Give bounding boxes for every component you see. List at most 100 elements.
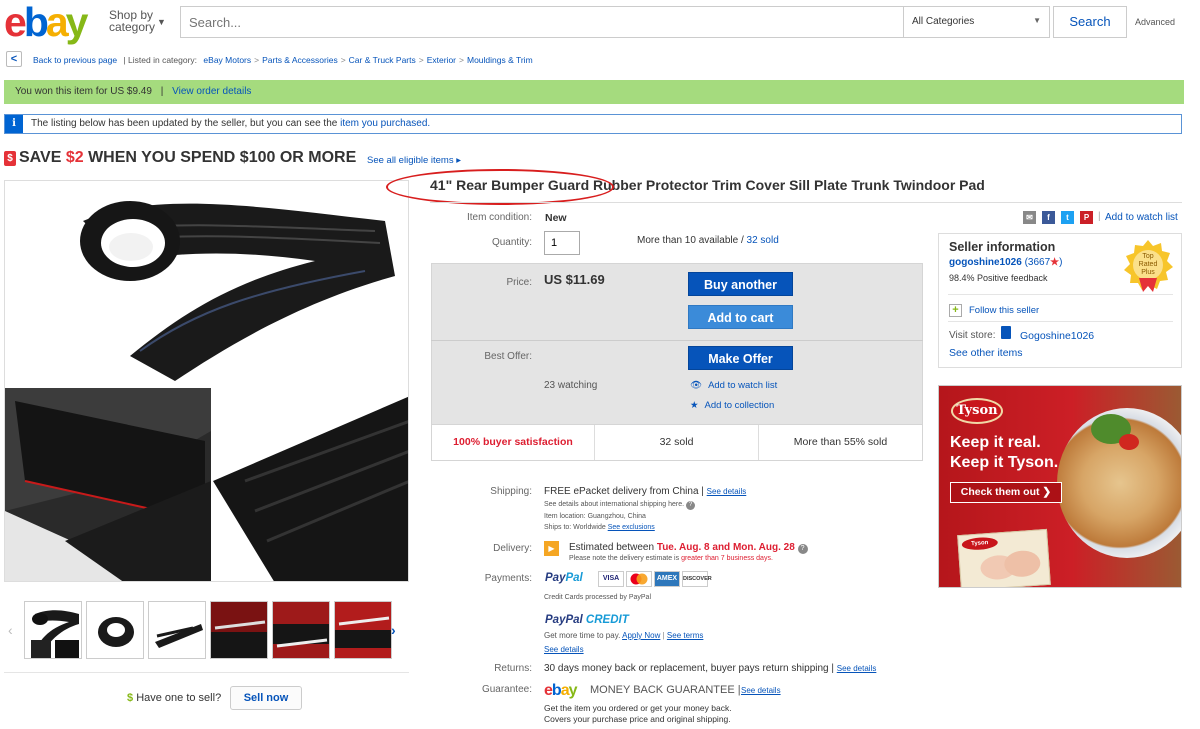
help-icon[interactable]: ?: [686, 501, 696, 510]
thumbnail-image[interactable]: [86, 601, 144, 659]
ebay-money-back-logo: ebay: [544, 682, 577, 700]
see-eligible-items-link[interactable]: See all eligible items ▸: [367, 155, 461, 166]
logo-letter: y: [65, 0, 89, 45]
breadcrumb-item[interactable]: Mouldings & Trim: [467, 55, 533, 65]
returns-info: 30 days money back or replacement, buyer…: [544, 663, 876, 674]
shop-by-category-button[interactable]: Shop by category ▼: [109, 9, 169, 33]
back-to-previous-link[interactable]: Back to previous page: [33, 55, 117, 65]
category-select[interactable]: All Categories ▼: [903, 7, 1049, 37]
add-to-watch-list-link[interactable]: 👁 Add to watch list: [690, 380, 777, 391]
delivery-label: Delivery:: [493, 543, 532, 554]
logo-letter: a: [45, 0, 69, 45]
guarantee-see-details-link[interactable]: See details: [741, 686, 781, 695]
make-offer-button[interactable]: Make Offer: [688, 346, 793, 370]
delivery-note-text: Please note the delivery estimate is: [569, 555, 682, 562]
listing-updated-message: The listing below has been updated by th…: [31, 118, 430, 129]
thumbnail-next-arrow-icon[interactable]: ›: [391, 622, 396, 638]
item-you-purchased-link[interactable]: item you purchased.: [340, 118, 430, 129]
paypal-credit-text: Get more time to pay.: [544, 631, 621, 640]
shipping-see-details-link[interactable]: See details: [707, 487, 747, 496]
money-back-guarantee-text: MONEY BACK GUARANTEE |: [590, 684, 741, 696]
pinterest-icon[interactable]: P: [1080, 211, 1093, 224]
thumbnail-image[interactable]: [272, 601, 330, 659]
search-input[interactable]: [181, 7, 901, 37]
ebay-logo[interactable]: ebay: [4, 0, 89, 45]
see-terms-link[interactable]: See terms: [667, 631, 703, 640]
store-icon: [1001, 326, 1011, 339]
breadcrumb: Back to previous page | Listed in catego…: [33, 55, 533, 65]
thumbnail-image[interactable]: [24, 601, 82, 659]
plus-icon[interactable]: +: [949, 304, 962, 317]
paypal-credit-info: Get more time to pay. Apply Now | See te…: [544, 631, 704, 640]
best-offer-label: Best Offer:: [484, 351, 532, 362]
shipping-international-note: See details about international shipping…: [544, 501, 696, 510]
follow-seller-link[interactable]: Follow this seller: [969, 305, 1039, 316]
category-select-value: All Categories: [912, 16, 975, 27]
shipping-free: FREE: [544, 486, 571, 497]
back-arrow-icon[interactable]: <: [6, 51, 22, 67]
breadcrumb-item[interactable]: Car & Truck Parts: [349, 55, 416, 65]
thumbnail-image[interactable]: [334, 601, 392, 659]
add-to-cart-button[interactable]: Add to cart: [688, 305, 793, 329]
store-name-link[interactable]: Gogoshine1026: [1020, 330, 1094, 342]
breadcrumb-item[interactable]: Exterior: [427, 55, 456, 65]
see-exclusions-link[interactable]: See exclusions: [608, 524, 655, 531]
promo-prefix: SAVE: [19, 149, 66, 166]
help-icon[interactable]: ?: [797, 544, 808, 554]
add-to-collection-link[interactable]: ★ Add to collection: [690, 400, 774, 411]
paypal-credit-logo: PayPal CREDIT: [545, 614, 629, 626]
logo-letter: e: [544, 682, 553, 699]
quantity-input[interactable]: [544, 231, 580, 255]
buyer-satisfaction-stat: 100% buyer satisfaction: [432, 425, 595, 460]
guarantee-line-2: Covers your purchase price and original …: [544, 714, 731, 724]
available-text: More than 10 available /: [637, 235, 744, 246]
view-order-details-link[interactable]: View order details: [172, 86, 251, 97]
feedback-star-icon: ★: [1050, 257, 1060, 268]
tyson-advertisement[interactable]: Tyson Keep it real. Keep it Tyson. Check…: [938, 385, 1182, 588]
logo-letter: a: [560, 682, 570, 699]
returns-see-details-link[interactable]: See details: [837, 664, 877, 673]
seller-score-close: ): [1059, 257, 1063, 268]
guarantee-label: Guarantee:: [481, 684, 532, 695]
thumbnail-image[interactable]: [148, 601, 206, 659]
item-condition-label: Item condition:: [466, 212, 532, 223]
seller-name-link[interactable]: gogoshine1026 (3667★): [949, 257, 1062, 268]
logo-letter: b: [23, 0, 49, 45]
thumbnail-image[interactable]: [210, 601, 268, 659]
breadcrumb-item[interactable]: eBay Motors: [203, 55, 251, 65]
email-icon[interactable]: ✉: [1023, 211, 1036, 224]
availability: More than 10 available / 32 sold: [637, 235, 779, 246]
have-one-to-sell-text: Have one to sell?: [136, 692, 222, 704]
amex-card-icon: AMEX: [654, 571, 680, 587]
shipping-method: ePacket delivery from China |: [573, 486, 704, 497]
share-separator: |: [1098, 211, 1101, 222]
top-rated-plus-badge-icon: Top Rated Plus: [1121, 238, 1175, 292]
breadcrumb-item[interactable]: Parts & Accessories: [262, 55, 338, 65]
ad-package-image: Tyson: [957, 528, 1051, 587]
advanced-search-link[interactable]: Advanced: [1135, 17, 1175, 27]
promo-amount: $2: [65, 149, 84, 166]
item-location: Item location: Guangzhou, China: [544, 513, 646, 520]
eye-icon: 👁: [690, 380, 703, 391]
dollar-icon: $: [127, 692, 134, 704]
guarantee-line-1: Get the item you ordered or get your mon…: [544, 703, 732, 713]
add-to-watch-list-link-top[interactable]: Add to watch list: [1105, 212, 1178, 223]
main-product-image[interactable]: [4, 180, 409, 582]
seller-score: (3667: [1024, 257, 1051, 268]
watching-count: 23 watching: [544, 380, 598, 391]
see-other-items-link[interactable]: See other items: [949, 347, 1023, 359]
thumbnail-prev-arrow-icon[interactable]: ‹: [8, 622, 13, 638]
facebook-icon[interactable]: f: [1042, 211, 1055, 224]
sold-count-link[interactable]: 32 sold: [747, 235, 779, 246]
search-button[interactable]: Search: [1053, 6, 1127, 38]
delivery-note: Please note the delivery estimate is gre…: [569, 555, 773, 562]
sell-now-button[interactable]: Sell now: [230, 686, 302, 710]
red-annotation-ellipse: [386, 169, 614, 205]
shipping-label: Shipping:: [490, 486, 532, 497]
apply-now-link[interactable]: Apply Now: [622, 631, 660, 640]
ad-check-them-out-button[interactable]: Check them out ❯: [950, 482, 1062, 503]
returns-text: 30 days money back or replacement, buyer…: [544, 663, 834, 674]
buy-another-button[interactable]: Buy another: [688, 272, 793, 296]
paypal-see-details-link[interactable]: See details: [544, 645, 584, 654]
twitter-icon[interactable]: t: [1061, 211, 1074, 224]
